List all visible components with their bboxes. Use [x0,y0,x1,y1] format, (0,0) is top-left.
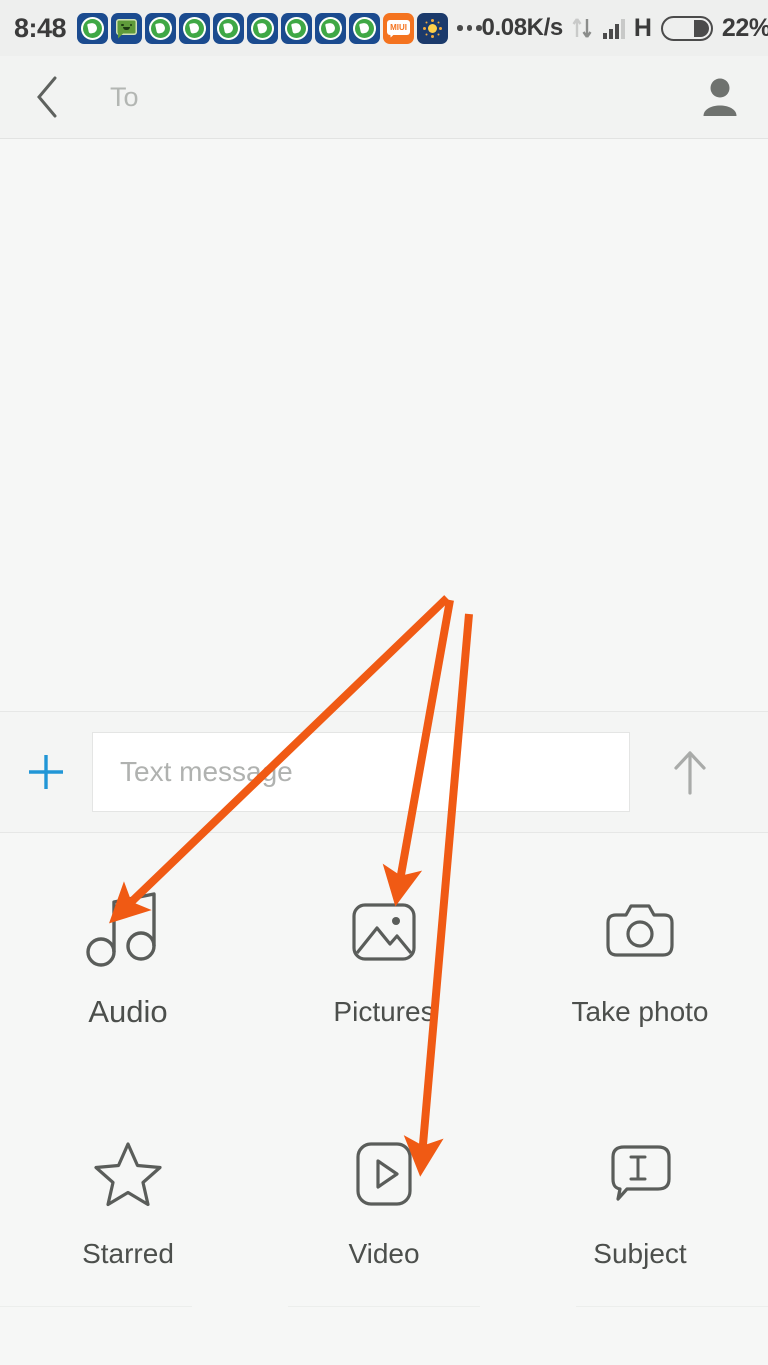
video-play-icon [352,1126,416,1222]
message-placeholder: Text message [120,756,293,787]
whatsapp-notification-icon [349,12,381,44]
app-bar: To [0,56,768,139]
whatsapp-notification-icon [77,12,109,44]
whatsapp-notification-icon [213,12,245,44]
attachment-grid-row: Starred Video Subject [0,1078,768,1318]
attachment-option-audio[interactable]: Audio [0,833,256,1078]
status-bar: 8:48 MIUI 0.08K/s H 22% [0,0,768,56]
attachment-option-video[interactable]: Video [256,1078,512,1318]
attachment-label-pictures: Pictures [333,995,435,1027]
status-clock: 8:48 [14,12,67,43]
whatsapp-notification-icon [145,12,177,44]
subject-speech-bubble-icon [605,1126,675,1222]
notification-overflow-icon [457,25,482,31]
brightness-notification-icon [417,12,449,44]
network-speed-text: 0.08K/s [481,14,564,41]
attachment-option-subject[interactable]: Subject [512,1078,768,1318]
attachment-option-take-photo[interactable]: Take photo [512,833,768,1078]
attachment-option-starred[interactable]: Starred [0,1078,256,1318]
attachment-label-subject: Subject [593,1238,687,1269]
star-outline-icon [92,1126,164,1222]
attachment-label-audio: Audio [88,993,168,1029]
battery-percent-text: 22% [721,13,768,42]
message-input[interactable]: Text message [92,732,630,812]
image-picture-icon [349,884,419,980]
attachment-grid-row: Audio Pictures Take photo [0,833,768,1078]
compose-bar: Text message [0,712,768,833]
whatsapp-notification-icon [179,12,211,44]
attachment-label-video: Video [348,1238,420,1269]
attachment-options-grid: Audio Pictures Take photo Starred Video … [0,833,768,1365]
camera-icon [604,884,676,980]
miui-label: MIUI [390,22,407,32]
attachment-label-starred: Starred [82,1238,174,1269]
battery-icon [660,15,713,41]
contact-person-icon[interactable] [694,71,746,123]
recipient-input[interactable]: To [74,71,694,123]
data-transfer-arrows-icon [572,15,594,41]
back-button[interactable] [22,71,74,123]
whatsapp-notification-icon [247,12,279,44]
notification-icons: MIUI [77,12,449,44]
network-type-text: H [633,13,652,42]
signal-bars-icon [602,17,625,39]
sms-notification-icon [111,12,143,44]
send-button[interactable] [630,712,750,833]
whatsapp-notification-icon [281,12,313,44]
attachment-option-pictures[interactable]: Pictures [256,833,512,1078]
music-note-icon [85,882,171,978]
miui-notification-icon: MIUI [383,12,415,44]
whatsapp-notification-icon [315,12,347,44]
message-thread-area [0,139,768,712]
attachment-label-take-photo: Take photo [571,995,709,1027]
recipient-placeholder: To [110,81,139,112]
attach-plus-button[interactable] [0,712,92,833]
grid-bottom-divider [0,1306,768,1307]
